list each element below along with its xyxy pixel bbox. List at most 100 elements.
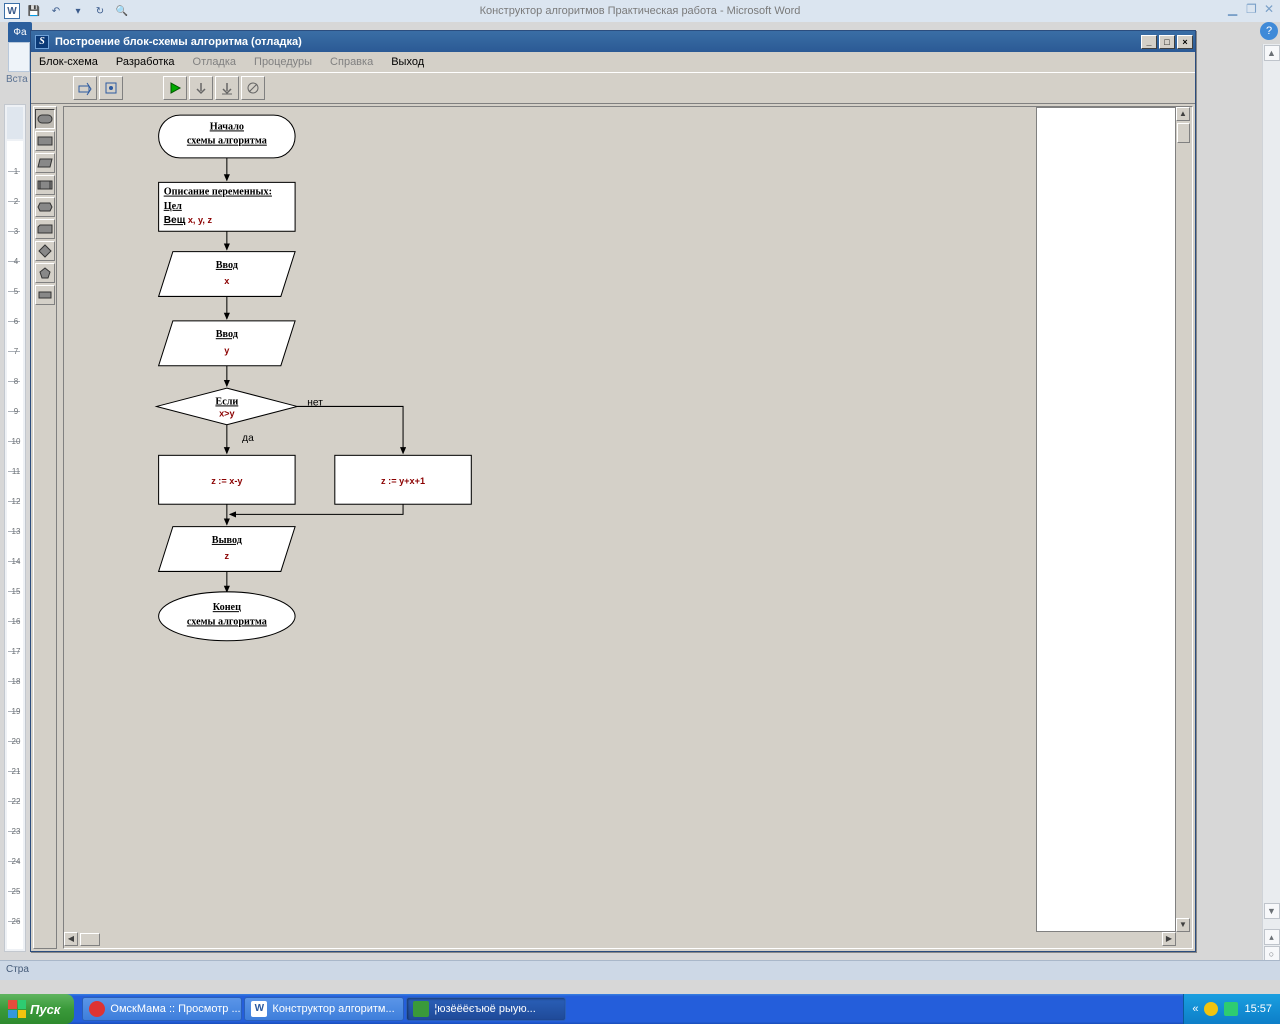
taskbar-button-word[interactable]: W Конструктор алгоритм... [244,997,404,1021]
algorithm-editor-window: S Построение блок-схемы алгоритма (отлад… [30,30,1196,952]
tb-step-out-button[interactable] [73,76,97,100]
scroll-thumb[interactable] [1177,123,1190,143]
tb-step-over-button[interactable] [99,76,123,100]
node-end[interactable]: Конец схемы алгоритма [159,592,295,641]
palette-decision-icon[interactable] [35,241,55,261]
svg-text:Вещ x, y, z: Вещ x, y, z [164,215,213,226]
windows-taskbar: Пуск ОмскМама :: Просмотр ... W Конструк… [0,994,1280,1024]
palette-terminator-icon[interactable] [35,109,55,129]
svg-text:z := x-y: z := x-y [211,476,243,486]
print-preview-icon[interactable]: 🔍 [114,3,130,19]
close-icon[interactable]: ✕ [1264,2,1278,16]
clock[interactable]: 15:57 [1244,1003,1272,1015]
scroll-left-icon[interactable]: ◀ [64,932,78,946]
palette-io-icon[interactable] [35,153,55,173]
node-start[interactable]: Начало схемы алгоритма [159,115,295,158]
menu-debug: Отладка [193,56,236,68]
minimize-icon[interactable]: ▁ [1228,2,1242,16]
word-titlebar: W 💾 ↶ ▾ ↻ 🔍 Конструктор алгоритмов Практ… [0,0,1280,22]
windows-logo-icon [8,1000,26,1018]
taskbar-button-constructor[interactable]: ¦юзёёёєъюё рыую... [406,997,566,1021]
subwin-maximize-button[interactable]: □ [1159,35,1175,49]
subwin-body: Начало схемы алгоритма Описание переменн… [31,104,1195,951]
svg-text:схемы алгоритма: схемы алгоритма [187,136,267,147]
node-variables[interactable]: Описание переменных: Цел Вещ x, y, z [159,182,295,231]
subwin-app-icon: S [35,35,49,49]
svg-text:Ввод: Ввод [216,260,239,271]
palette-connector-icon[interactable] [35,263,55,283]
tb-step-into-button[interactable] [215,76,239,100]
palette-process-icon[interactable] [35,131,55,151]
start-button[interactable]: Пуск [0,994,74,1024]
palette-loop-icon[interactable] [35,197,55,217]
palette-card-icon[interactable] [35,219,55,239]
scroll-down-icon[interactable]: ▼ [1264,903,1280,919]
scroll-thumb[interactable] [80,933,100,946]
svg-text:x: x [224,276,230,286]
ribbon-group-label: Вста [6,74,28,85]
vertical-ruler: 1234567891011121314151617181920212223242… [4,104,26,952]
scroll-up-icon[interactable]: ▲ [1176,107,1190,121]
scroll-right-icon[interactable]: ▶ [1162,932,1176,946]
subwin-titlebar[interactable]: S Построение блок-схемы алгоритма (отлад… [31,31,1195,52]
save-icon[interactable]: 💾 [26,3,42,19]
tray-icon-1[interactable] [1204,1002,1218,1016]
word-icon[interactable]: W [4,3,20,19]
svg-text:Цел: Цел [164,201,182,212]
word-doc-icon: W [251,1001,267,1017]
subwin-title: Построение блок-схемы алгоритма (отладка… [55,36,302,48]
scroll-up-icon[interactable]: ▲ [1264,45,1280,61]
system-tray[interactable]: « 15:57 [1183,994,1280,1024]
quick-access-toolbar: W 💾 ↶ ▾ ↻ 🔍 [0,3,130,19]
output-panel [1036,107,1176,932]
tray-expand-icon[interactable]: « [1192,1003,1198,1015]
node-input-x[interactable]: Ввод x [159,252,295,297]
svg-text:Начало: Начало [210,121,244,132]
subwin-close-button[interactable]: × [1177,35,1193,49]
undo-icon[interactable]: ↶ [48,3,64,19]
browse-prev-icon[interactable]: ▴ [1264,929,1280,945]
tb-stop-button[interactable] [241,76,265,100]
menu-procedures: Процедуры [254,56,312,68]
scroll-down-icon[interactable]: ▼ [1176,918,1190,932]
word-vertical-scrollbar[interactable]: ▲ ▼ ▴ ○ ▾ [1262,44,1280,980]
subwin-toolbar [31,72,1195,104]
canvas-container: Начало схемы алгоритма Описание переменн… [63,106,1193,949]
restore-icon[interactable]: ❐ [1246,2,1260,16]
help-icon[interactable]: ? [1260,22,1278,40]
node-process-left[interactable]: z := x-y [159,455,295,504]
taskbar-button-browser[interactable]: ОмскМама :: Просмотр ... [82,997,242,1021]
node-process-right[interactable]: z := y+x+1 [335,455,471,504]
svg-text:схемы алгоритма: схемы алгоритма [187,616,267,627]
dropdown-icon[interactable]: ▾ [70,3,86,19]
word-file-tab[interactable]: Фа [8,22,32,42]
svg-text:y: y [224,345,230,355]
redo-icon[interactable]: ↻ [92,3,108,19]
label-yes: да [242,433,254,444]
menu-help: Справка [330,56,373,68]
palette-display-icon[interactable] [35,285,55,305]
svg-text:Конец: Конец [213,602,241,613]
word-status-bar: Стра [0,960,1280,980]
svg-text:x>y: x>y [219,409,235,419]
node-decision[interactable]: Если x>y [157,388,298,425]
subwin-menubar: Блок-схема Разработка Отладка Процедуры … [31,52,1195,72]
menu-exit[interactable]: Выход [391,56,424,68]
subwin-minimize-button[interactable]: _ [1141,35,1157,49]
svg-text:Вывод: Вывод [212,535,243,546]
palette-subroutine-icon[interactable] [35,175,55,195]
svg-text:z := y+x+1: z := y+x+1 [381,476,425,486]
status-page-label: Стра [6,964,29,975]
node-input-y[interactable]: Ввод y [159,321,295,366]
tb-step-down-button[interactable] [189,76,213,100]
flowchart-canvas[interactable]: Начало схемы алгоритма Описание переменн… [64,107,1176,932]
word-window-controls: ▁ ❐ ✕ [1228,2,1278,16]
tray-icon-2[interactable] [1224,1002,1238,1016]
svg-text:z: z [225,551,230,561]
menu-blockscheme[interactable]: Блок-схема [39,56,98,68]
canvas-vertical-scrollbar[interactable]: ▲ ▼ [1176,107,1192,932]
tb-run-button[interactable] [163,76,187,100]
node-output[interactable]: Вывод z [159,527,295,572]
menu-development[interactable]: Разработка [116,56,175,68]
canvas-horizontal-scrollbar[interactable]: ◀ ▶ [64,932,1192,948]
